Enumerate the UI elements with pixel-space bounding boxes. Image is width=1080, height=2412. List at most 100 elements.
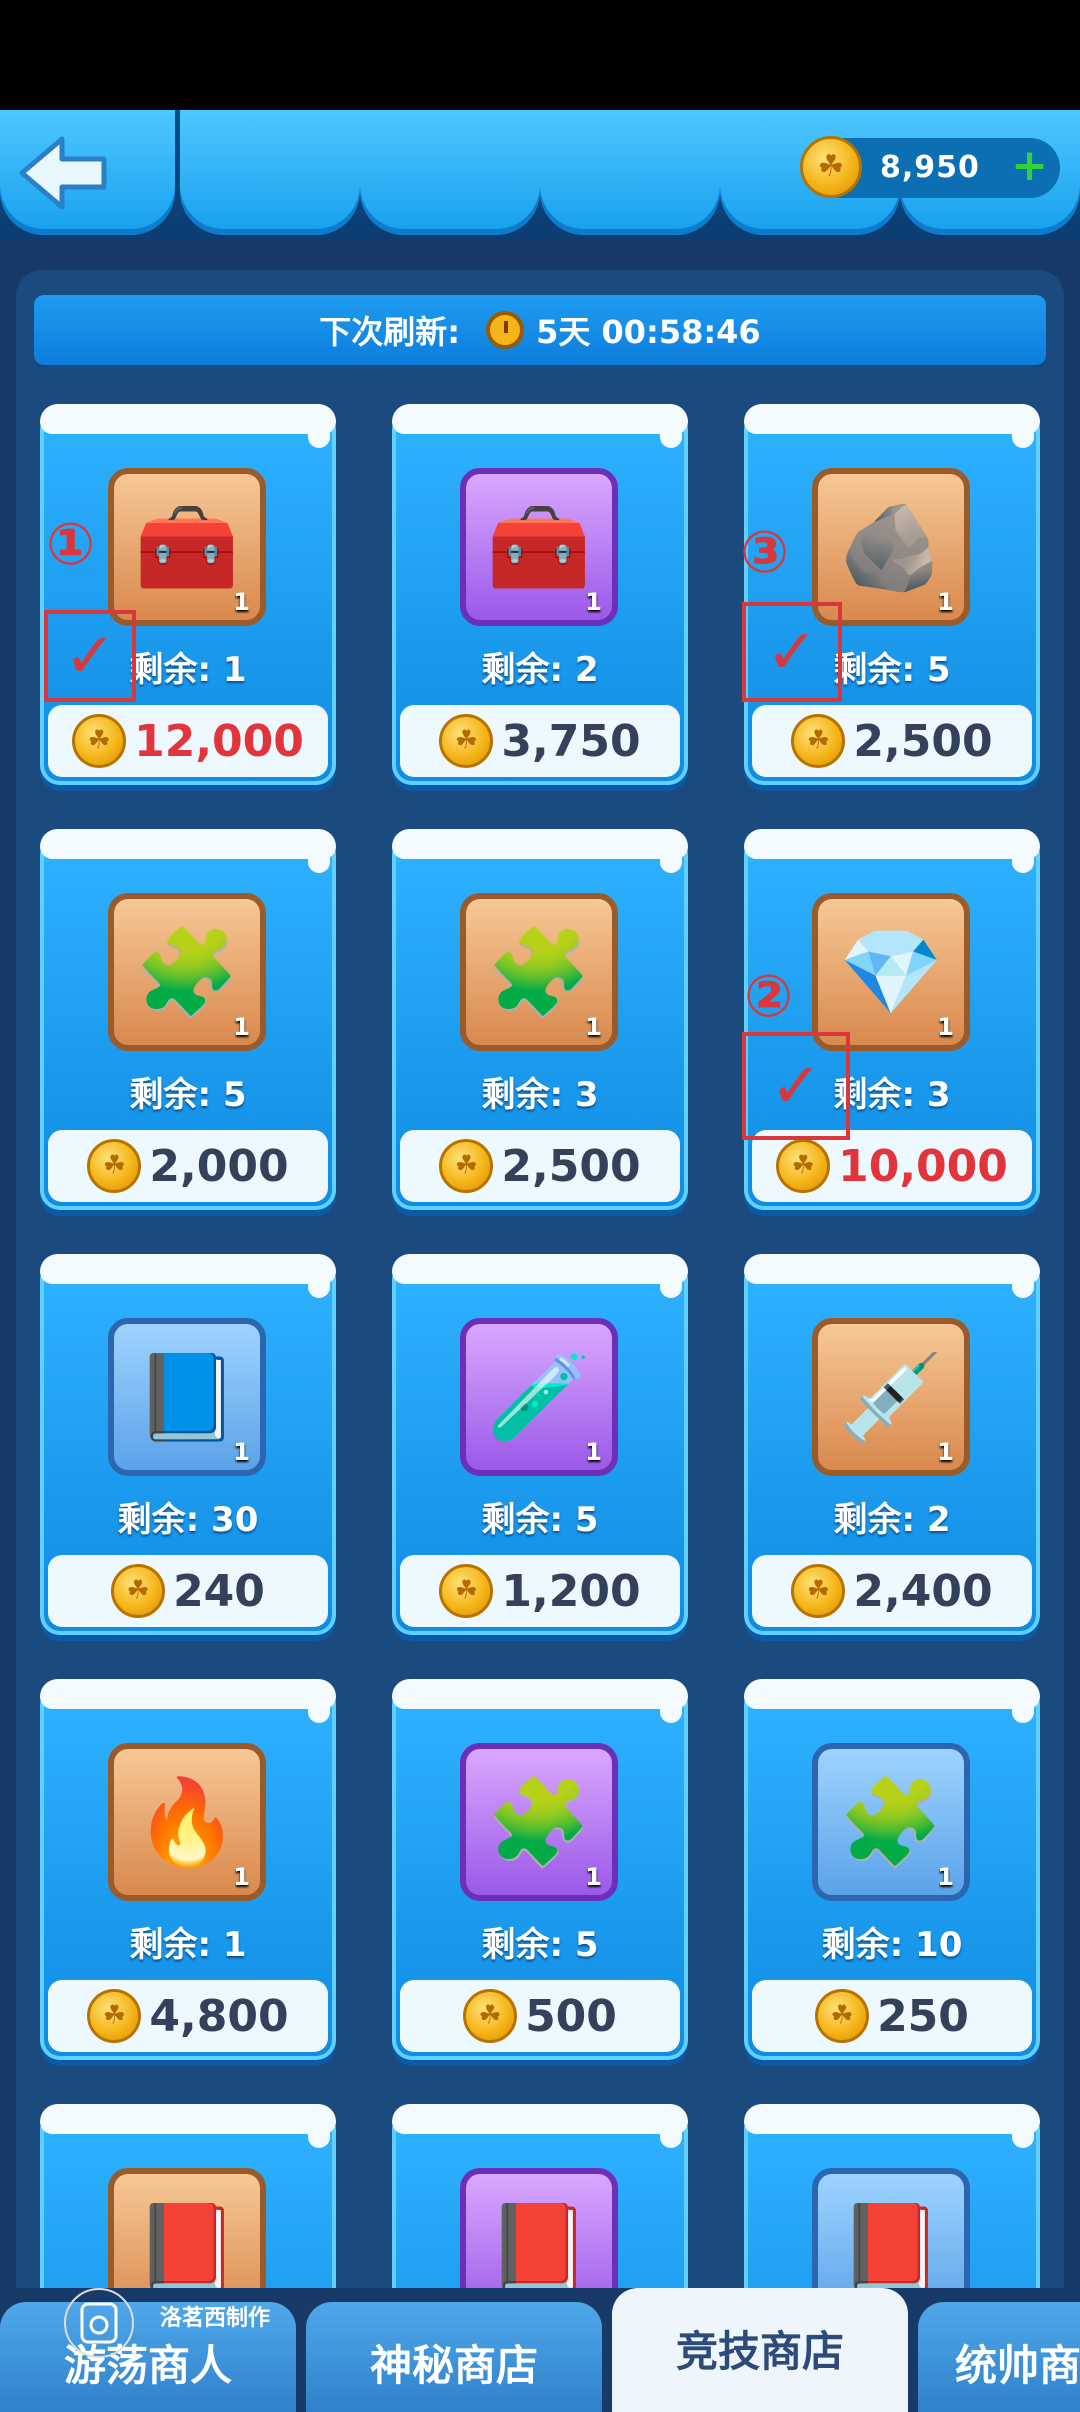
item-tile: 💎 1 bbox=[812, 893, 970, 1051]
item-stock-remaining: 剩余: 3 bbox=[481, 1075, 599, 1115]
check-icon: ✓ bbox=[766, 615, 818, 688]
tab-mystery-shop[interactable]: 神秘商店 bbox=[306, 2302, 602, 2412]
shop-item-card[interactable]: 🔥1 剩余: 1 4,800 bbox=[40, 1679, 336, 2060]
item-tile: 🧰 1 bbox=[108, 468, 266, 626]
snow-cap bbox=[392, 404, 688, 448]
snow-cap bbox=[40, 1254, 336, 1298]
buy-price-button[interactable]: 4,800 bbox=[48, 1980, 328, 2052]
shop-item-card[interactable]: 🪨1剩余: 52,500 bbox=[744, 404, 1040, 785]
annotation-checkmark: ✓ bbox=[742, 1032, 850, 1140]
buy-price-button[interactable]: 1,200 bbox=[400, 1555, 680, 1627]
item-tile: 🧩 1 bbox=[460, 893, 618, 1051]
annotation-checkmark: ✓ bbox=[742, 602, 842, 702]
item-tile: 🧰 1 bbox=[460, 468, 618, 626]
item-price: 4,800 bbox=[149, 1990, 289, 2042]
item-stock-remaining: 剩余: 5 bbox=[481, 1500, 599, 1540]
gold-coin-icon bbox=[791, 1564, 846, 1618]
buy-price-button[interactable]: 2,500 bbox=[752, 705, 1032, 777]
shop-item-card[interactable]: 💉1 剩余: 2 2,400 bbox=[744, 1254, 1040, 1635]
status-bar bbox=[0, 0, 1080, 110]
snow-cap bbox=[744, 829, 1040, 873]
puzzle-piece-icon: 🧩 bbox=[486, 1773, 592, 1871]
treasure-chest-icon: 🧰 bbox=[486, 498, 592, 596]
item-quantity: 1 bbox=[937, 1438, 954, 1466]
item-stock-remaining: 剩余: 30 bbox=[117, 1500, 259, 1540]
buy-price-button[interactable]: 3,750 bbox=[400, 705, 680, 777]
annotation-checkmark: ✓ bbox=[44, 610, 136, 702]
skill-book-icon: 📕 bbox=[838, 2198, 944, 2296]
item-tile: 🧪 1 bbox=[460, 1318, 618, 1476]
item-price: 2,000 bbox=[149, 1140, 289, 1192]
buy-price-button[interactable]: 2,400 bbox=[752, 1555, 1032, 1627]
snow-cap bbox=[744, 404, 1040, 448]
skill-book-icon: 📕 bbox=[486, 2198, 592, 2296]
buy-price-button[interactable]: 500 bbox=[400, 1980, 680, 2052]
puzzle-piece-icon: 🧩 bbox=[838, 1773, 944, 1871]
item-quantity: 1 bbox=[585, 1863, 602, 1891]
buy-price-button[interactable]: 2,500 bbox=[400, 1130, 680, 1202]
buy-price-button[interactable]: 240 bbox=[48, 1555, 328, 1627]
shop-item-card[interactable]: 🧩1 剩余: 5 2,000 bbox=[40, 829, 336, 1210]
check-icon: ✓ bbox=[64, 619, 116, 692]
item-tile: 🧩 1 bbox=[812, 1743, 970, 1901]
hammer-stone-icon: 🪨 bbox=[838, 498, 944, 596]
item-stock-remaining: 剩余: 1 bbox=[129, 1925, 247, 1965]
gold-coin-icon bbox=[87, 1139, 142, 1193]
item-price: 2,500 bbox=[501, 1140, 641, 1192]
item-tile: 💉 1 bbox=[812, 1318, 970, 1476]
item-tile: 📘 1 bbox=[108, 1318, 266, 1476]
buy-price-button[interactable]: 12,000 bbox=[48, 705, 328, 777]
pet-book-icon: 📘 bbox=[134, 1348, 240, 1446]
shop-item-card[interactable]: 🧪1 剩余: 5 1,200 bbox=[392, 1254, 688, 1635]
shop-item-card[interactable]: 📘1 剩余: 30 240 bbox=[40, 1254, 336, 1635]
watermark-logo bbox=[64, 2288, 134, 2358]
item-quantity: 1 bbox=[937, 1863, 954, 1891]
treasure-chest-icon: 🧰 bbox=[134, 498, 240, 596]
shop-item-card[interactable]: 🧩1 剩余: 5 500 bbox=[392, 1679, 688, 2060]
gold-coin-icon bbox=[776, 1139, 831, 1193]
buy-price-button[interactable]: 2,000 bbox=[48, 1130, 328, 1202]
item-quantity: 1 bbox=[233, 1438, 250, 1466]
snow-cap bbox=[392, 1254, 688, 1298]
gold-coin-icon bbox=[791, 714, 846, 768]
shop-item-card[interactable]: 🧰1 剩余: 2 3,750 bbox=[392, 404, 688, 785]
add-coins-button[interactable]: + bbox=[1011, 144, 1048, 188]
snow-cap bbox=[392, 1679, 688, 1723]
syringe-icon: 💉 bbox=[838, 1348, 944, 1446]
item-stock-remaining: 剩余: 2 bbox=[833, 1500, 951, 1540]
item-tile: 🔥 1 bbox=[108, 1743, 266, 1901]
watermark-text: 洛茗西制作 bbox=[160, 2306, 271, 2331]
item-price: 10,000 bbox=[838, 1140, 1008, 1192]
top-tab-segment bbox=[540, 110, 720, 235]
shop-item-card[interactable]: 🧰1剩余: 112,000 bbox=[40, 404, 336, 785]
gold-coin-icon bbox=[111, 1564, 166, 1618]
gold-coin-icon bbox=[439, 1564, 494, 1618]
tab-commander-shop[interactable]: 统帅商 bbox=[918, 2302, 1080, 2412]
tab-arena-shop[interactable]: 竞技商店 bbox=[612, 2288, 908, 2412]
item-stock-remaining: 剩余: 2 bbox=[481, 650, 599, 690]
top-bar: 8,950 + bbox=[0, 110, 1080, 240]
refresh-timer-bar: 下次刷新: 5天 00:58:46 bbox=[34, 295, 1046, 365]
item-price: 250 bbox=[877, 1990, 969, 2042]
snow-cap bbox=[392, 2104, 688, 2148]
item-price: 12,000 bbox=[134, 715, 304, 767]
refresh-countdown: 5天 00:58:46 bbox=[536, 313, 761, 351]
item-price: 240 bbox=[173, 1565, 265, 1617]
back-button[interactable] bbox=[14, 128, 114, 218]
gold-coin-icon bbox=[463, 1989, 518, 2043]
snow-cap bbox=[744, 1679, 1040, 1723]
snow-cap bbox=[40, 2104, 336, 2148]
annotation-number: ③ bbox=[740, 518, 790, 586]
buy-price-button[interactable]: 10,000 bbox=[752, 1130, 1032, 1202]
back-arrow-icon bbox=[19, 136, 107, 210]
gold-coin-icon bbox=[72, 714, 127, 768]
snow-cap bbox=[40, 829, 336, 873]
annotation-number: ② bbox=[744, 962, 794, 1030]
shop-item-card[interactable]: 🧩1 剩余: 10 250 bbox=[744, 1679, 1040, 2060]
check-icon: ✓ bbox=[770, 1049, 822, 1122]
item-price: 2,400 bbox=[853, 1565, 993, 1617]
shop-item-card[interactable]: 🧩1 剩余: 3 2,500 bbox=[392, 829, 688, 1210]
gold-coin-icon bbox=[439, 1139, 494, 1193]
buy-price-button[interactable]: 250 bbox=[752, 1980, 1032, 2052]
snow-cap bbox=[744, 2104, 1040, 2148]
